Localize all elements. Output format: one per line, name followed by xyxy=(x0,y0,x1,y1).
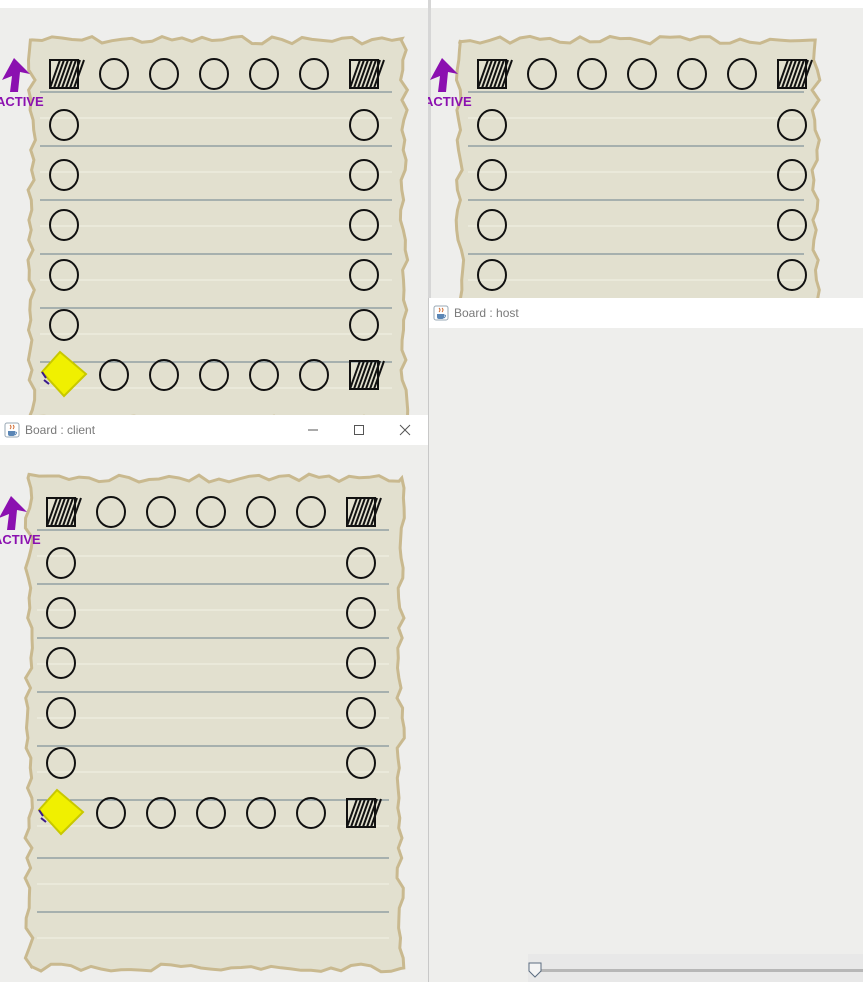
active-arrow-icon xyxy=(430,58,458,92)
active-arrow-icon xyxy=(0,496,27,530)
board-paper: ACTIVE xyxy=(428,34,822,300)
active-label: ACTIVE xyxy=(428,94,472,109)
slider-track xyxy=(536,969,863,972)
java-cup-icon xyxy=(4,422,20,438)
window-title: Board : host xyxy=(454,306,519,320)
board-paper: ACTIVE xyxy=(0,472,406,974)
board-window-topleft: ACTIVE xyxy=(0,0,428,418)
board-paper: ACTIVE xyxy=(0,34,410,418)
java-cup-icon xyxy=(433,305,449,321)
close-button[interactable] xyxy=(382,415,428,445)
board-window-topright: ACTIVE xyxy=(428,0,863,300)
maximize-icon xyxy=(354,425,364,435)
window-controls xyxy=(290,415,428,445)
maximize-button[interactable] xyxy=(336,415,382,445)
board-host-window: Board : host xyxy=(428,298,863,982)
minimize-button[interactable] xyxy=(290,415,336,445)
torn-paper xyxy=(23,472,406,974)
title-bar[interactable]: Board : host xyxy=(429,298,863,328)
torn-paper xyxy=(454,34,822,300)
window-title: Board : client xyxy=(25,423,96,437)
zoom-slider[interactable] xyxy=(528,954,863,982)
title-bar[interactable]: Board : client xyxy=(0,415,428,445)
active-label: ACTIVE xyxy=(0,532,41,547)
active-arrow-icon xyxy=(2,58,30,92)
slider-thumb[interactable] xyxy=(528,962,542,978)
minimize-icon xyxy=(308,429,318,431)
board-client-window: Board : client ACTIVE xyxy=(0,415,428,982)
active-label: ACTIVE xyxy=(0,94,44,109)
close-icon xyxy=(399,424,411,436)
